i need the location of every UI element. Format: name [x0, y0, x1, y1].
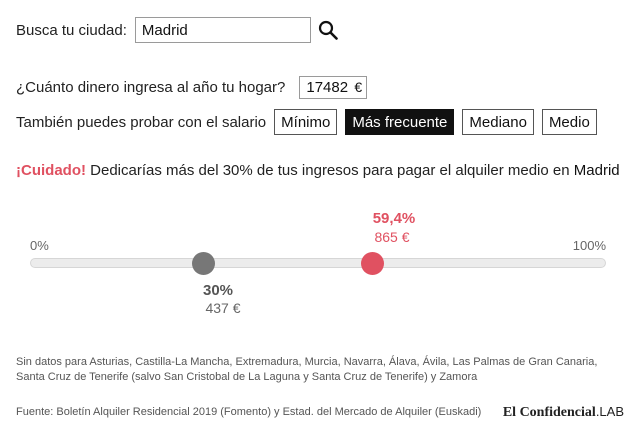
slider-max-label: 100%: [572, 238, 606, 253]
warning-prefix: ¡Cuidado!: [16, 162, 86, 179]
threshold-amount-label: 437 €: [205, 300, 241, 316]
brand-name: El Confidencial: [502, 405, 596, 420]
warning-message: ¡Cuidado! Dedicarías más del 30% de tus …: [16, 162, 620, 179]
brand-suffix: .LAB: [595, 404, 624, 419]
salary-label: También puedes probar con el salario: [16, 113, 267, 131]
search-label: Busca tu ciudad:: [16, 21, 127, 39]
rent-marker: [361, 252, 384, 275]
rent-percent-label: 59,4%: [372, 210, 416, 227]
brand-logo: El Confidencial.LAB: [503, 404, 624, 421]
threshold-marker: [192, 252, 215, 275]
city-search-input[interactable]: [134, 17, 311, 43]
search-row: Busca tu ciudad:: [16, 16, 339, 44]
missing-data-note: Sin datos para Asturias, Castilla-La Man…: [16, 356, 598, 383]
income-row: ¿Cuánto dinero ingresa al año tu hogar? …: [16, 75, 368, 99]
rent-amount-label: 865 €: [374, 229, 410, 245]
salary-row: También puedes probar con el salario Mín…: [16, 109, 605, 135]
percentage-track: [30, 258, 606, 268]
salary-button-minimo[interactable]: Mínimo: [274, 109, 338, 135]
search-icon[interactable]: [317, 19, 339, 41]
income-currency: €: [354, 79, 363, 95]
warning-city: Madrid: [573, 162, 620, 179]
warning-text: Dedicarías más del 30% de tus ingresos p…: [85, 162, 574, 179]
salary-button-mas-frecuente[interactable]: Más frecuente: [345, 109, 455, 135]
salary-button-mediano[interactable]: Mediano: [462, 109, 534, 135]
salary-button-medio[interactable]: Medio: [541, 109, 597, 135]
threshold-percent-label: 30%: [202, 282, 234, 299]
income-field[interactable]: €: [299, 75, 368, 99]
source-note: Fuente: Boletín Alquiler Residencial 201…: [16, 406, 482, 418]
income-label: ¿Cuánto dinero ingresa al año tu hogar?: [16, 78, 286, 96]
income-input[interactable]: [306, 78, 355, 96]
slider-min-label: 0%: [30, 238, 49, 253]
